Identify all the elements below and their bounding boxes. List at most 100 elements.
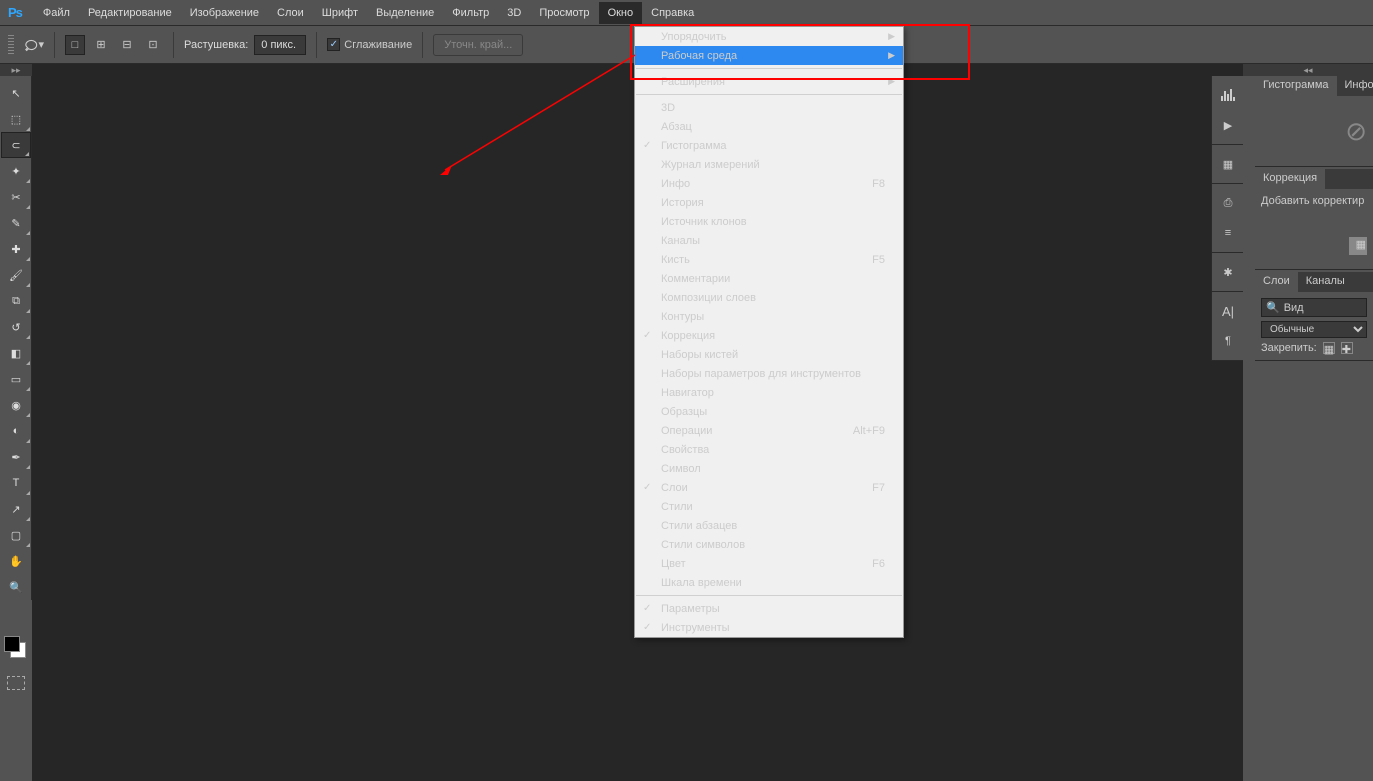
tool-shape[interactable]: ▢ [1, 522, 31, 548]
swatch-icon[interactable]: ▦ [1349, 237, 1367, 255]
sel-intersect-icon[interactable]: ⊡ [143, 35, 163, 55]
menu-item-Параметры[interactable]: ✓Параметры [635, 599, 903, 618]
toolbox: ↖⬚⊂✦✂✎✚🖌⧉↺◧▭◉◐✒T↗▢✋🔍 [0, 76, 32, 600]
tool-zoom[interactable]: 🔍 [1, 574, 31, 600]
toolbox-collapse[interactable]: ▸▸ [0, 64, 32, 76]
paragraph-dock-icon[interactable]: ¶ [1212, 326, 1244, 356]
histogram-dock-icon[interactable] [1212, 80, 1244, 110]
menu-item-Образцы[interactable]: Образцы [635, 402, 903, 421]
menu-item-Каналы[interactable]: Каналы [635, 231, 903, 250]
menu-item-Композиции слоев[interactable]: Композиции слоев [635, 288, 903, 307]
menu-Слои[interactable]: Слои [268, 2, 313, 24]
menu-item-3D[interactable]: 3D [635, 98, 903, 117]
adjustments-dock-icon[interactable]: ≡ [1212, 218, 1244, 248]
tool-wand[interactable]: ✦ [1, 158, 31, 184]
search-icon: 🔍 [1266, 301, 1280, 314]
menu-item-Инфо[interactable]: ИнфоF8 [635, 174, 903, 193]
menu-item-Шкала времени[interactable]: Шкала времени [635, 573, 903, 592]
menu-item-Коррекция[interactable]: ✓Коррекция [635, 326, 903, 345]
swatches-dock-icon[interactable]: ▦ [1212, 149, 1244, 179]
antialias-checkbox[interactable]: ✓Сглаживание [327, 38, 412, 51]
menu-item-Журнал измерений[interactable]: Журнал измерений [635, 155, 903, 174]
refine-edge-button[interactable]: Уточн. край... [433, 34, 523, 56]
separator [173, 32, 174, 58]
filter-label: Вид [1284, 302, 1304, 314]
menu-Изображение[interactable]: Изображение [181, 2, 268, 24]
styles-dock-icon[interactable]: ✱ [1212, 257, 1244, 287]
menu-Шрифт[interactable]: Шрифт [313, 2, 367, 24]
menu-item-Кисть[interactable]: КистьF5 [635, 250, 903, 269]
layers-filter[interactable]: 🔍 Вид [1261, 298, 1367, 317]
navigator-dock-icon[interactable]: ▶ [1212, 110, 1244, 140]
tool-pen[interactable]: ✒ [1, 444, 31, 470]
sel-sub-icon[interactable]: ⊟ [117, 35, 137, 55]
menu-item-История[interactable]: История [635, 193, 903, 212]
menu-Файл[interactable]: Файл [34, 2, 79, 24]
libraries-dock-icon[interactable]: ⎙ [1212, 188, 1244, 218]
menu-Выделение[interactable]: Выделение [367, 2, 443, 24]
menu-item-Стили символов[interactable]: Стили символов [635, 535, 903, 554]
feather-input[interactable] [254, 35, 306, 55]
menu-item-Стили[interactable]: Стили [635, 497, 903, 516]
menu-item-Рабочая среда[interactable]: Рабочая среда▶ [635, 46, 903, 65]
tool-dodge[interactable]: ◐ [1, 418, 31, 444]
menu-item-Инструменты[interactable]: ✓Инструменты [635, 618, 903, 637]
menu-Справка[interactable]: Справка [642, 2, 703, 24]
tool-history[interactable]: ↺ [1, 314, 31, 340]
tool-lasso[interactable]: ⊂ [1, 132, 31, 158]
sel-new-icon[interactable]: □ [65, 35, 85, 55]
menu-item-Абзац[interactable]: Абзац [635, 117, 903, 136]
lasso-icon[interactable]: ▾ [24, 35, 44, 55]
tool-heal[interactable]: ✚ [1, 236, 31, 262]
tool-hand[interactable]: ✋ [1, 548, 31, 574]
menu-item-Стили абзацев[interactable]: Стили абзацев [635, 516, 903, 535]
tool-text[interactable]: T [1, 470, 31, 496]
menu-item-Наборы кистей[interactable]: Наборы кистей [635, 345, 903, 364]
menu-Просмотр[interactable]: Просмотр [530, 2, 598, 24]
tool-marquee[interactable]: ⬚ [1, 106, 31, 132]
lock-pixels-icon[interactable]: ▦ [1323, 342, 1335, 354]
blend-mode-select[interactable]: Обычные [1261, 321, 1367, 338]
menu-Фильтр[interactable]: Фильтр [443, 2, 498, 24]
tool-gradient[interactable]: ▭ [1, 366, 31, 392]
panels-collapse[interactable]: ◂◂ [1243, 64, 1373, 76]
panels-column: ГистограммаИнфо ⊘ Коррекция Добавить кор… [1255, 76, 1373, 363]
menu-item-Операции[interactable]: ОперацииAlt+F9 [635, 421, 903, 440]
menu-item-Упорядочить[interactable]: Упорядочить▶ [635, 27, 903, 46]
tab-histogram[interactable]: Гистограмма [1255, 76, 1337, 96]
lock-position-icon[interactable]: ✚ [1341, 342, 1353, 354]
menu-item-Свойства[interactable]: Свойства [635, 440, 903, 459]
separator [54, 32, 55, 58]
panel-dock: ▶ ▦ ⎙ ≡ ✱ A| ¶ [1211, 76, 1243, 361]
tool-eraser[interactable]: ◧ [1, 340, 31, 366]
color-swatches[interactable] [4, 636, 28, 660]
feather-label: Растушевка: [184, 39, 248, 51]
tool-eyedropper[interactable]: ✎ [1, 210, 31, 236]
menu-Окно[interactable]: Окно [599, 2, 643, 24]
menu-item-Слои[interactable]: ✓СлоиF7 [635, 478, 903, 497]
menu-item-Комментарии[interactable]: Комментарии [635, 269, 903, 288]
menu-item-Источник клонов[interactable]: Источник клонов [635, 212, 903, 231]
menu-item-Навигатор[interactable]: Навигатор [635, 383, 903, 402]
tool-crop[interactable]: ✂ [1, 184, 31, 210]
menu-3D[interactable]: 3D [498, 2, 530, 24]
menu-item-Гистограмма[interactable]: ✓Гистограмма [635, 136, 903, 155]
tab-channels[interactable]: Каналы [1298, 272, 1353, 292]
menu-item-Контуры[interactable]: Контуры [635, 307, 903, 326]
menu-Редактирование[interactable]: Редактирование [79, 2, 181, 24]
tool-stamp[interactable]: ⧉ [1, 288, 31, 314]
tab-adjustments[interactable]: Коррекция [1255, 169, 1325, 189]
tool-brush[interactable]: 🖌 [1, 262, 31, 288]
character-dock-icon[interactable]: A| [1212, 296, 1244, 326]
tool-path[interactable]: ↗ [1, 496, 31, 522]
tool-blur[interactable]: ◉ [1, 392, 31, 418]
menu-item-Наборы параметров для инструментов[interactable]: Наборы параметров для инструментов [635, 364, 903, 383]
tab-info[interactable]: Инфо [1337, 76, 1373, 96]
menu-item-Цвет[interactable]: ЦветF6 [635, 554, 903, 573]
sel-add-icon[interactable]: ⊞ [91, 35, 111, 55]
menu-item-Символ[interactable]: Символ [635, 459, 903, 478]
grip-icon [8, 35, 14, 55]
tab-layers[interactable]: Слои [1255, 272, 1298, 292]
tool-move[interactable]: ↖ [1, 80, 31, 106]
quickmask-icon[interactable] [7, 676, 25, 690]
